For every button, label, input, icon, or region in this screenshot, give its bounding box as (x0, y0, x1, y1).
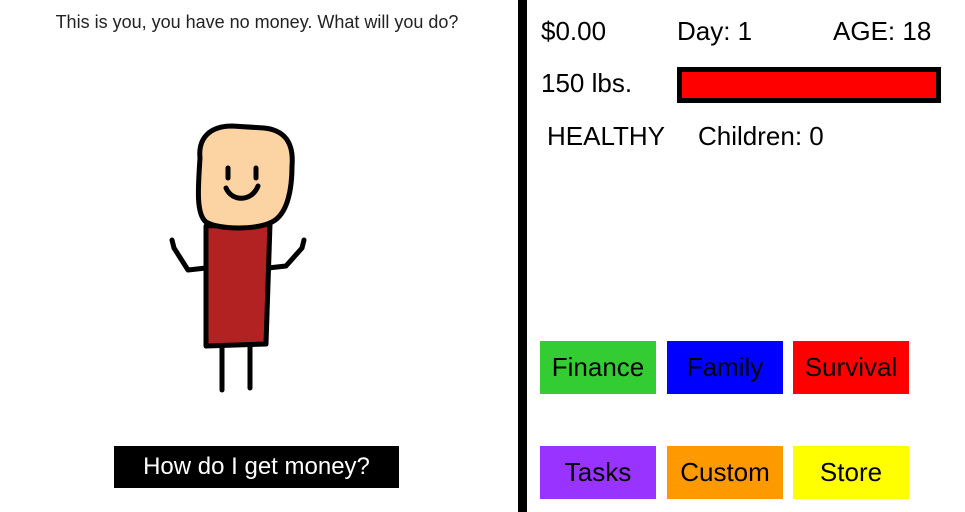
stats-panel: $0.00 Day: 1 AGE: 18 150 lbs. HEALTHY Ch… (527, 0, 965, 512)
tasks-button[interactable]: Tasks (540, 446, 656, 499)
children-count: Children: 0 (698, 121, 824, 151)
game-screen: This is you, you have no money. What wil… (0, 0, 965, 512)
health-status: HEALTHY (547, 121, 665, 151)
health-bar (677, 67, 941, 103)
age-display: AGE: 18 (833, 16, 932, 46)
character-right-arm (265, 237, 307, 271)
character-left-arm (169, 237, 209, 273)
money-display: $0.00 (541, 16, 607, 46)
narration-text: This is you, you have no money. What wil… (55, 12, 459, 32)
weight-display: 150 lbs. (541, 68, 633, 98)
store-button[interactable]: Store (793, 446, 909, 499)
custom-button[interactable]: Custom (667, 446, 783, 499)
character-body (203, 221, 273, 349)
day-counter: Day: 1 (677, 16, 753, 46)
survival-button[interactable]: Survival (793, 341, 909, 394)
scene-panel: This is you, you have no money. What wil… (0, 0, 518, 512)
panel-divider (518, 0, 527, 512)
family-button[interactable]: Family (667, 341, 783, 394)
finance-button[interactable]: Finance (540, 341, 656, 394)
health-bar-fill (682, 72, 936, 98)
player-character (169, 123, 307, 393)
character-head (195, 123, 295, 231)
get-money-button[interactable]: How do I get money? (114, 446, 399, 488)
